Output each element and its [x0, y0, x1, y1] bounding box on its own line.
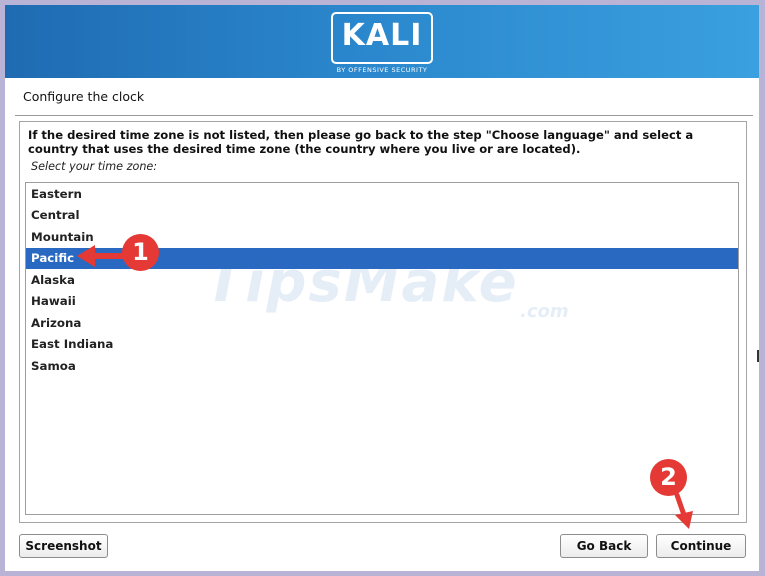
go-back-button[interactable]: Go Back: [560, 534, 648, 558]
kali-banner: KALI BY OFFENSIVE SECURITY: [5, 5, 759, 78]
select-timezone-label: Select your time zone:: [31, 160, 158, 173]
annotation-marker-2: 2: [650, 459, 687, 496]
kali-logo: KALI: [331, 12, 433, 64]
timezone-item-hawaii[interactable]: Hawaii: [26, 291, 738, 312]
title-divider: [15, 115, 753, 116]
annotation-marker-1: 1: [122, 234, 159, 271]
installer-window: KALI BY OFFENSIVE SECURITY Configure the…: [5, 5, 759, 571]
timezone-item-arizona[interactable]: Arizona: [26, 313, 738, 334]
timezone-item-east-indiana[interactable]: East Indiana: [26, 334, 738, 355]
continue-button[interactable]: Continue: [656, 534, 746, 558]
timezone-item-central[interactable]: Central: [26, 205, 738, 226]
main-panel: If the desired time zone is not listed, …: [19, 121, 747, 523]
kali-logo-subtitle: BY OFFENSIVE SECURITY: [336, 66, 428, 74]
window-edge-mark: [757, 350, 759, 362]
screenshot-button[interactable]: Screenshot: [19, 534, 108, 558]
kali-logo-text: KALI: [341, 18, 423, 53]
timezone-item-eastern[interactable]: Eastern: [26, 184, 738, 205]
timezone-list[interactable]: Eastern Central Mountain Pacific Alaska …: [25, 182, 739, 515]
timezone-item-alaska[interactable]: Alaska: [26, 270, 738, 291]
page-title: Configure the clock: [23, 89, 145, 104]
annotation-arrow-2: [674, 492, 693, 529]
timezone-item-samoa[interactable]: Samoa: [26, 356, 738, 377]
help-text: If the desired time zone is not listed, …: [28, 128, 694, 156]
